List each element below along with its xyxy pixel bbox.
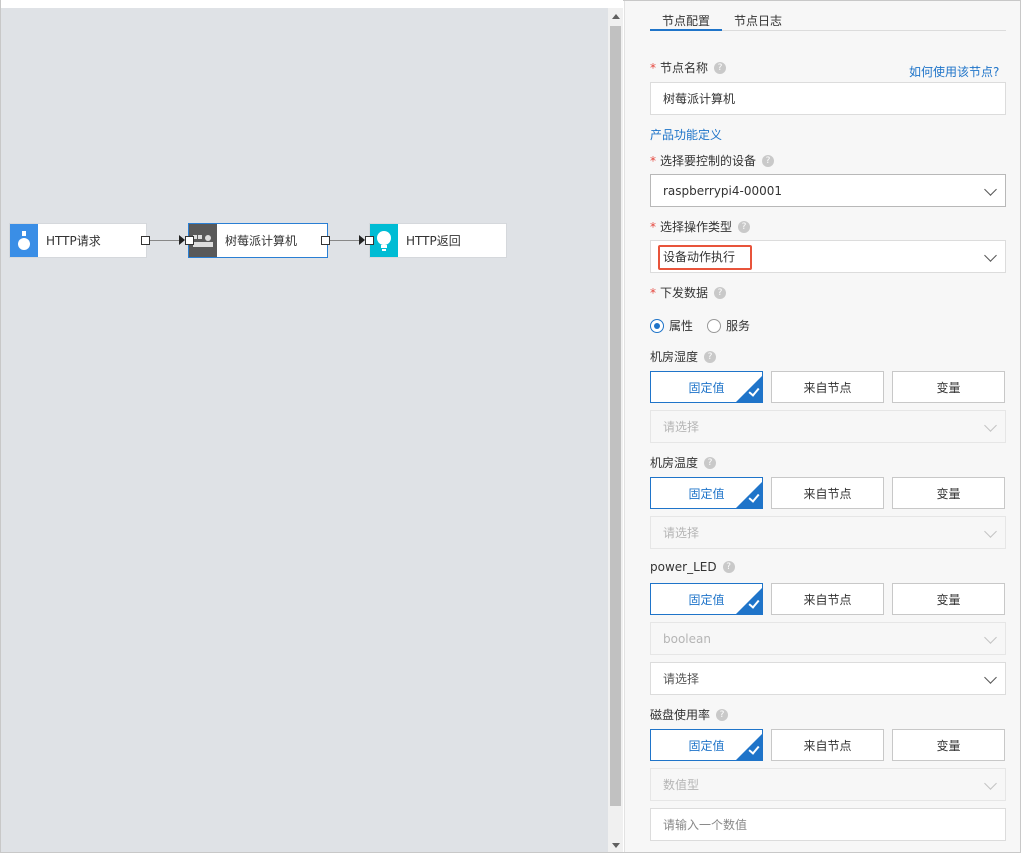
connection-wire: [150, 240, 180, 241]
how-to-use-link[interactable]: 如何使用该节点?: [909, 63, 999, 80]
chevron-down-icon: [984, 419, 997, 432]
value-source-segment: 固定值 来自节点 变量: [650, 583, 1006, 615]
help-icon[interactable]: ?: [714, 286, 727, 299]
from-node-button[interactable]: 来自节点: [771, 371, 884, 403]
output-port[interactable]: [141, 236, 150, 245]
variable-button[interactable]: 变量: [892, 729, 1005, 761]
fixed-value-button[interactable]: 固定值: [650, 477, 763, 509]
active-tab-indicator: [650, 29, 722, 31]
value-source-segment: 固定值 来自节点 变量: [650, 371, 1006, 403]
value-select[interactable]: 请选择: [650, 410, 1006, 443]
send-data-label: * 下发数据 ?: [650, 284, 727, 301]
tab-node-config[interactable]: 节点配置: [662, 12, 710, 29]
help-icon[interactable]: ?: [714, 61, 727, 74]
scroll-up-icon[interactable]: [612, 14, 620, 19]
flow-canvas[interactable]: [1, 8, 608, 852]
radio-property[interactable]: 属性: [650, 317, 693, 334]
node-label: HTTP返回: [406, 234, 461, 248]
connection-wire: [330, 240, 360, 241]
help-icon[interactable]: ?: [738, 220, 751, 233]
radio-unchecked-icon: [707, 318, 722, 333]
node-http-response[interactable]: HTTP返回: [370, 224, 506, 257]
input-port[interactable]: [365, 236, 374, 245]
field-label: 磁盘使用率 ?: [650, 706, 729, 723]
chevron-down-icon: [984, 249, 997, 262]
variable-button[interactable]: 变量: [892, 371, 1005, 403]
http-request-icon: [10, 224, 38, 257]
canvas-top-strip: [1, 0, 623, 8]
tab-node-log[interactable]: 节点日志: [734, 12, 782, 29]
scroll-thumb[interactable]: [610, 26, 621, 806]
value-select[interactable]: 请选择: [650, 662, 1006, 695]
vertical-scrollbar[interactable]: [608, 8, 623, 852]
help-icon[interactable]: ?: [762, 154, 775, 167]
node-config-panel: 节点配置 节点日志 * 节点名称 ? 如何使用该节点? 树莓派计算机 产品功能定…: [624, 1, 1020, 852]
scroll-down-icon[interactable]: [612, 843, 620, 848]
fixed-value-button[interactable]: 固定值: [650, 729, 763, 761]
operation-type-select[interactable]: 设备动作执行: [650, 240, 1006, 273]
node-label: HTTP请求: [46, 234, 101, 248]
field-label: power_LED ?: [650, 560, 735, 574]
data-kind-radio-group: 属性 服务: [650, 317, 764, 334]
device-select[interactable]: raspberrypi4-00001: [650, 174, 1006, 207]
variable-button[interactable]: 变量: [892, 583, 1005, 615]
data-type-select: 数值型: [650, 768, 1006, 801]
help-icon[interactable]: ?: [704, 350, 717, 363]
field-label: 机房湿度 ?: [650, 348, 717, 365]
radio-service[interactable]: 服务: [707, 317, 750, 334]
chevron-down-icon: [984, 777, 997, 790]
from-node-button[interactable]: 来自节点: [771, 477, 884, 509]
chevron-down-icon: [984, 631, 997, 644]
value-source-segment: 固定值 来自节点 变量: [650, 477, 1006, 509]
from-node-button[interactable]: 来自节点: [771, 583, 884, 615]
operation-type-label: * 选择操作类型 ?: [650, 218, 751, 235]
output-port[interactable]: [321, 236, 330, 245]
input-port[interactable]: [185, 236, 194, 245]
required-mark: *: [650, 60, 656, 75]
fixed-value-button[interactable]: 固定值: [650, 583, 763, 615]
chevron-down-icon: [984, 671, 997, 684]
lightbulb-icon: [370, 224, 398, 257]
chevron-down-icon: [984, 183, 997, 196]
radio-checked-icon: [650, 318, 664, 333]
node-name-input[interactable]: 树莓派计算机: [650, 82, 1006, 115]
from-node-button[interactable]: 来自节点: [771, 729, 884, 761]
node-http-request[interactable]: HTTP请求: [10, 224, 146, 257]
node-name-label: * 节点名称 ?: [650, 59, 727, 76]
panel-tabs: 节点配置 节点日志: [650, 1, 1006, 31]
node-raspberry-pi[interactable]: 树莓派计算机: [189, 224, 327, 257]
product-definition-link[interactable]: 产品功能定义: [650, 126, 722, 143]
value-select[interactable]: 请选择: [650, 516, 1006, 549]
field-label: 机房温度 ?: [650, 454, 717, 471]
variable-button[interactable]: 变量: [892, 477, 1005, 509]
data-type-select: boolean: [650, 622, 1006, 655]
help-icon[interactable]: ?: [722, 561, 735, 573]
help-icon[interactable]: ?: [704, 456, 717, 469]
numeric-value-input[interactable]: 请输入一个数值: [650, 808, 1006, 841]
device-select-label: * 选择要控制的设备 ?: [650, 152, 775, 169]
chevron-down-icon: [984, 525, 997, 538]
node-label: 树莓派计算机: [225, 234, 298, 248]
fixed-value-button[interactable]: 固定值: [650, 371, 763, 403]
help-icon[interactable]: ?: [716, 708, 729, 721]
value-source-segment: 固定值 来自节点 变量: [650, 729, 1006, 761]
